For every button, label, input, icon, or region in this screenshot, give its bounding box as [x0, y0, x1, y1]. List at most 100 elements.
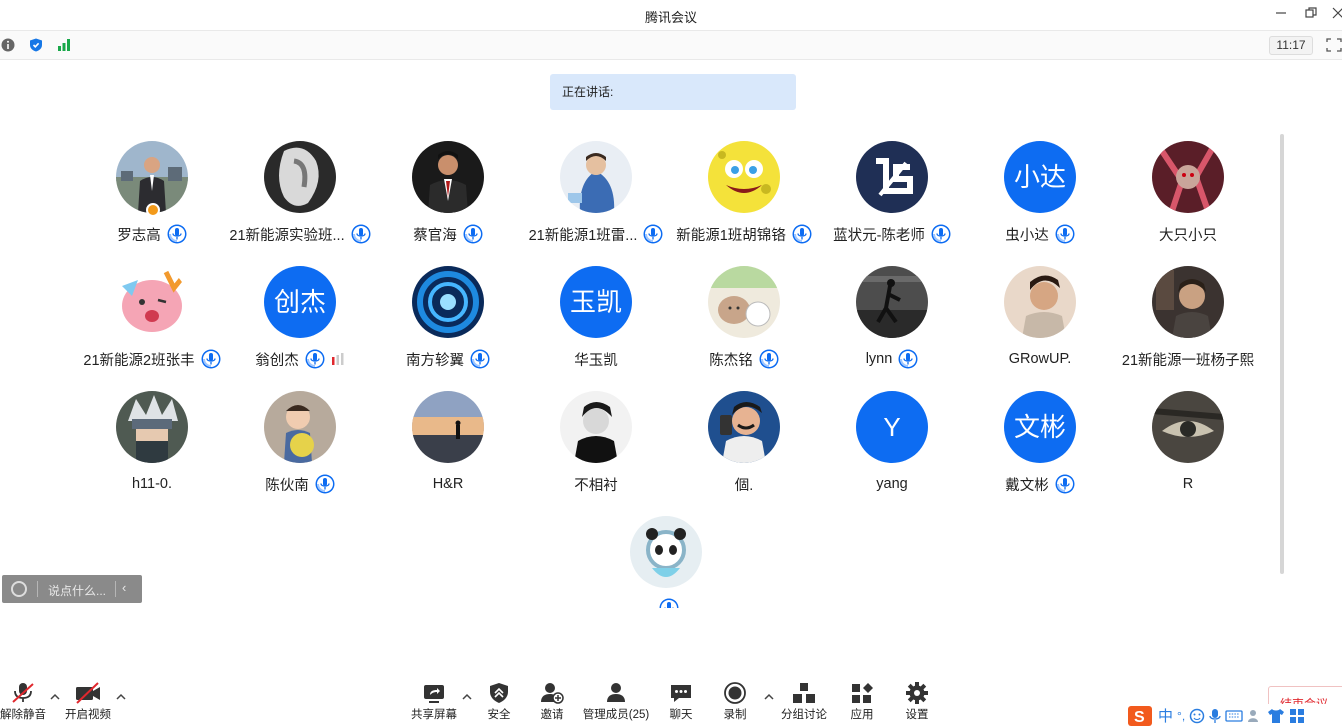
toolbox-icon[interactable] — [1289, 708, 1305, 724]
participant-name: 21新能源实验班... — [229, 227, 345, 244]
participant-name: 新能源1班胡锦铬 — [676, 227, 786, 244]
avatar[interactable] — [1152, 141, 1224, 213]
share-screen-label: 共享屏幕 — [411, 709, 457, 721]
avatar[interactable] — [412, 141, 484, 213]
participant-name: 翁创杰 — [255, 352, 299, 369]
share-screen-button[interactable]: 共享屏幕 — [410, 682, 458, 722]
participant-tile[interactable]: 不相衬 — [522, 391, 670, 501]
chat-input-bar[interactable]: 说点什么... ‹ — [2, 575, 142, 603]
avatar[interactable] — [708, 391, 780, 463]
participant-tile[interactable]: 21新能源一班杨子熙 — [1114, 266, 1262, 376]
participant-tile[interactable]: 大只小只 — [1114, 141, 1262, 251]
avatar[interactable]: Y — [856, 391, 928, 463]
avatar[interactable]: 文彬 — [1004, 391, 1076, 463]
video-off-icon — [76, 682, 100, 704]
minimize-button[interactable] — [1271, 6, 1291, 24]
participant-tile[interactable]: h11-0. — [78, 391, 226, 501]
participant-name: h11-0. — [131, 476, 173, 492]
chat-label: 聊天 — [669, 709, 693, 721]
avatar[interactable] — [1152, 391, 1224, 463]
participant-tile[interactable]: 创杰翁创杰 — [226, 266, 374, 376]
breakout-icon — [793, 683, 815, 703]
participant-tile[interactable]: 玉凯 华玉凯 — [522, 266, 670, 376]
security-button[interactable]: 安全 — [484, 682, 514, 722]
avatar[interactable] — [708, 266, 780, 338]
sogou-logo-icon[interactable]: S — [1128, 705, 1154, 727]
unmute-button[interactable]: 解除静音 — [0, 682, 46, 722]
avatar[interactable]: 玉凯 — [560, 266, 632, 338]
user-icon[interactable] — [1247, 708, 1263, 724]
avatar[interactable] — [412, 266, 484, 338]
keyboard-icon[interactable] — [1225, 709, 1243, 723]
skin-icon[interactable] — [1267, 708, 1285, 724]
participant-tile[interactable]: 新能源1班胡锦铬 — [670, 141, 818, 251]
participant-tile[interactable]: 文彬 戴文彬 — [966, 391, 1114, 501]
top-toolbar: 11:17 — [0, 30, 1342, 60]
punct-icon[interactable]: °, — [1177, 709, 1185, 723]
fullscreen-icon[interactable] — [1326, 38, 1342, 52]
avatar[interactable] — [116, 266, 188, 338]
voice-input-icon[interactable] — [1209, 708, 1221, 724]
avatar[interactable] — [560, 141, 632, 213]
close-button[interactable] — [1328, 6, 1342, 24]
scrollbar[interactable] — [1280, 134, 1284, 574]
participant-tile[interactable]: GRowUP. — [966, 266, 1114, 376]
avatar[interactable] — [560, 391, 632, 463]
participant-tile[interactable]: 陈伙南 — [226, 391, 374, 501]
apps-button[interactable]: 应用 — [847, 682, 877, 722]
avatar[interactable] — [264, 391, 336, 463]
participant-tile[interactable]: 罗志高 — [78, 141, 226, 251]
chevron-up-icon[interactable] — [763, 692, 775, 702]
participant-tile[interactable]: Yyang — [818, 391, 966, 501]
participant-tile[interactable]: lynn — [818, 266, 966, 376]
shield-icon[interactable] — [29, 38, 43, 52]
info-icon[interactable] — [1, 38, 15, 52]
chat-button[interactable]: 聊天 — [666, 682, 696, 722]
avatar[interactable] — [412, 391, 484, 463]
chevron-up-icon[interactable] — [115, 692, 127, 702]
avatar[interactable] — [856, 141, 928, 213]
window-title: 腾讯会议 — [644, 10, 697, 25]
participant-tile[interactable]: 21新能源2班张丰 — [78, 266, 226, 376]
avatar[interactable] — [856, 266, 928, 338]
manage-members-button[interactable]: 管理成员(25) — [582, 682, 650, 722]
avatar[interactable]: 创杰 — [264, 266, 336, 338]
participant-tile[interactable]: 蓝状元-陈老师 — [818, 141, 966, 251]
participant-tile[interactable]: 小达 虫小达 — [966, 141, 1114, 251]
participant-tile[interactable]: R — [1114, 391, 1262, 501]
settings-button[interactable]: 设置 — [902, 682, 932, 722]
signal-icon[interactable] — [57, 38, 71, 52]
record-button[interactable]: 录制 — [720, 682, 750, 722]
emoji-icon[interactable] — [11, 581, 27, 597]
participant-tile[interactable]: 南方轸翼 — [374, 266, 522, 376]
collapse-chevron-icon[interactable]: ‹ — [122, 580, 126, 595]
unmute-label: 解除静音 — [0, 709, 46, 721]
chevron-up-icon[interactable] — [49, 692, 61, 702]
video-button[interactable]: 开启视频 — [64, 682, 112, 722]
avatar[interactable] — [1152, 266, 1224, 338]
avatar[interactable] — [630, 516, 702, 588]
participant-tile[interactable]: H&R — [374, 391, 522, 501]
breakout-rooms-button[interactable]: 分组讨论 — [780, 682, 828, 722]
participant-tile[interactable]: 21新能源实验班... — [226, 141, 374, 251]
emoji-icon[interactable] — [1189, 708, 1205, 724]
restore-button[interactable] — [1301, 6, 1321, 24]
avatar[interactable]: 小达 — [1004, 141, 1076, 213]
chevron-up-icon[interactable] — [461, 692, 473, 702]
participant-tile[interactable] — [592, 516, 740, 626]
participant-tile[interactable]: 蔡官海 — [374, 141, 522, 251]
participant-tile[interactable]: 21新能源1班雷... — [522, 141, 670, 251]
avatar[interactable] — [708, 141, 780, 213]
avatar[interactable] — [116, 391, 188, 463]
meeting-timer: 11:17 — [1269, 36, 1313, 55]
participant-tile[interactable]: 個. — [670, 391, 818, 501]
invite-button[interactable]: 邀请 — [537, 682, 567, 722]
invite-label: 邀请 — [540, 709, 564, 721]
mic-active-icon — [463, 224, 483, 244]
chat-placeholder[interactable]: 说点什么... — [48, 582, 106, 599]
ime-lang[interactable]: 中 — [1158, 705, 1173, 726]
avatar[interactable] — [1004, 266, 1076, 338]
avatar[interactable] — [264, 141, 336, 213]
mic-active-icon — [167, 224, 187, 244]
participant-tile[interactable]: 陈杰铭 — [670, 266, 818, 376]
